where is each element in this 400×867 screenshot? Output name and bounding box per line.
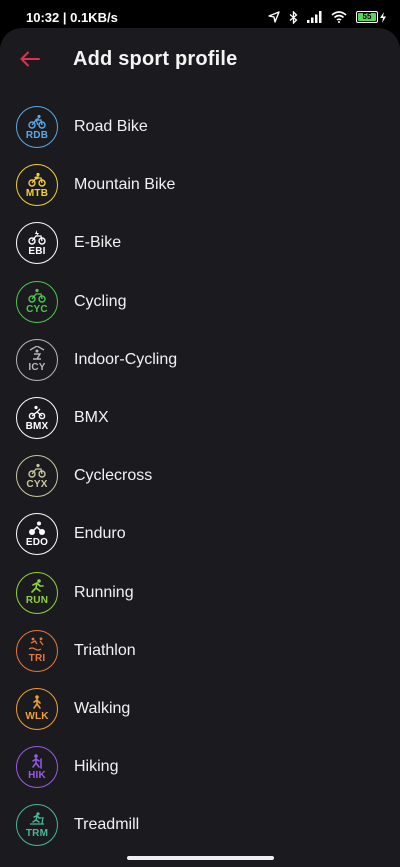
sport-code: ICY	[28, 362, 46, 374]
sport-label: BMX	[74, 409, 109, 427]
triathlon-icon	[28, 637, 44, 651]
sport-code: WLK	[25, 711, 49, 723]
sport-badge: BMX	[16, 397, 58, 440]
sport-label: Road Bike	[74, 118, 148, 136]
signal-icon	[307, 11, 322, 23]
back-button[interactable]	[18, 47, 42, 71]
sport-item-icy[interactable]: ICY Indoor-Cycling	[0, 331, 400, 389]
sport-item-wlk[interactable]: WLK Walking	[0, 680, 400, 738]
sport-item-edo[interactable]: EDO Enduro	[0, 505, 400, 563]
battery-level: 55	[358, 13, 376, 21]
sport-label: Hiking	[74, 758, 119, 776]
arrow-left-icon	[20, 51, 40, 67]
sport-code: TRI	[28, 653, 46, 665]
mountain-bike-icon	[28, 172, 46, 187]
sport-badge: CYX	[16, 455, 58, 498]
sport-item-mtb[interactable]: MTB Mountain Bike	[0, 156, 400, 214]
sport-item-hik[interactable]: HIK Hiking	[0, 738, 400, 796]
page-title: Add sport profile	[73, 47, 238, 70]
sport-badge: RDB	[16, 106, 58, 149]
wifi-icon	[331, 11, 347, 23]
sport-code: EDO	[25, 536, 49, 548]
location-icon	[268, 11, 280, 23]
cyclecross-icon	[28, 463, 46, 478]
sport-item-cyc[interactable]: CYC Cycling	[0, 273, 400, 331]
sport-code: HIK	[28, 769, 46, 781]
sport-badge: RUN	[16, 571, 58, 614]
sport-code: TRM	[25, 827, 49, 839]
road-bike-icon	[28, 114, 46, 129]
sport-label: Triathlon	[74, 641, 136, 659]
bluetooth-icon	[289, 10, 298, 24]
sport-code: RUN	[25, 595, 49, 607]
sport-label: Indoor-Cycling	[74, 350, 178, 368]
sport-code: RDB	[25, 129, 49, 141]
header: Add sport profile	[0, 28, 400, 90]
sport-item-run[interactable]: RUN Running	[0, 564, 400, 622]
sport-label: Running	[74, 583, 134, 601]
sport-item-tri[interactable]: TRI Triathlon	[0, 622, 400, 680]
sport-code: CYX	[26, 478, 48, 490]
sport-label: Mountain Bike	[74, 176, 176, 194]
sport-code: CYC	[26, 304, 48, 316]
sport-item-rdb[interactable]: RDB Road Bike	[0, 98, 400, 156]
sport-label: E-Bike	[74, 234, 122, 252]
walking-icon	[33, 695, 41, 710]
treadmill-icon	[30, 812, 44, 825]
hiking-icon	[32, 753, 42, 769]
home-indicator[interactable]	[127, 856, 274, 860]
sport-badge: ICY	[16, 338, 58, 381]
indoor-cycling-icon	[29, 346, 45, 361]
sport-code: BMX	[25, 420, 49, 432]
sport-item-cyx[interactable]: CYX Cyclecross	[0, 447, 400, 505]
sport-badge: EDO	[16, 513, 58, 556]
sport-badge: CYC	[16, 280, 58, 323]
sport-code: EBI	[28, 245, 46, 257]
sport-label: Walking	[74, 699, 131, 717]
running-icon	[31, 579, 44, 593]
sport-badge: TRI	[16, 629, 58, 672]
sport-list: RDB Road Bike MTB Mountain Bike EBI E-Bike CYC…	[0, 98, 400, 854]
sport-label: Enduro	[74, 525, 126, 543]
charging-bolt-icon	[380, 11, 386, 23]
sport-badge: WLK	[16, 687, 58, 730]
bmx-icon	[28, 405, 46, 419]
sport-badge: HIK	[16, 746, 58, 789]
e-bike-icon	[28, 229, 46, 245]
sport-badge: MTB	[16, 164, 58, 207]
sport-label: Cycling	[74, 292, 127, 310]
sport-label: Treadmill	[74, 816, 140, 834]
sport-badge: EBI	[16, 222, 58, 265]
enduro-icon	[29, 521, 45, 535]
sport-profile-sheet: Add sport profile RDB Road Bike MTB Mountai…	[0, 28, 400, 867]
sport-label: Cyclecross	[74, 467, 153, 485]
sport-badge: TRM	[16, 804, 58, 847]
battery-indicator: 55	[356, 11, 386, 23]
status-time-speed: 10:32 | 0.1KB/s	[26, 9, 118, 25]
status-icons: 55	[268, 10, 386, 24]
sport-code: MTB	[25, 187, 49, 199]
sport-item-trm[interactable]: TRM Treadmill	[0, 796, 400, 854]
sport-item-ebi[interactable]: EBI E-Bike	[0, 214, 400, 272]
sport-item-bmx[interactable]: BMX BMX	[0, 389, 400, 447]
cycling-icon	[28, 289, 46, 303]
